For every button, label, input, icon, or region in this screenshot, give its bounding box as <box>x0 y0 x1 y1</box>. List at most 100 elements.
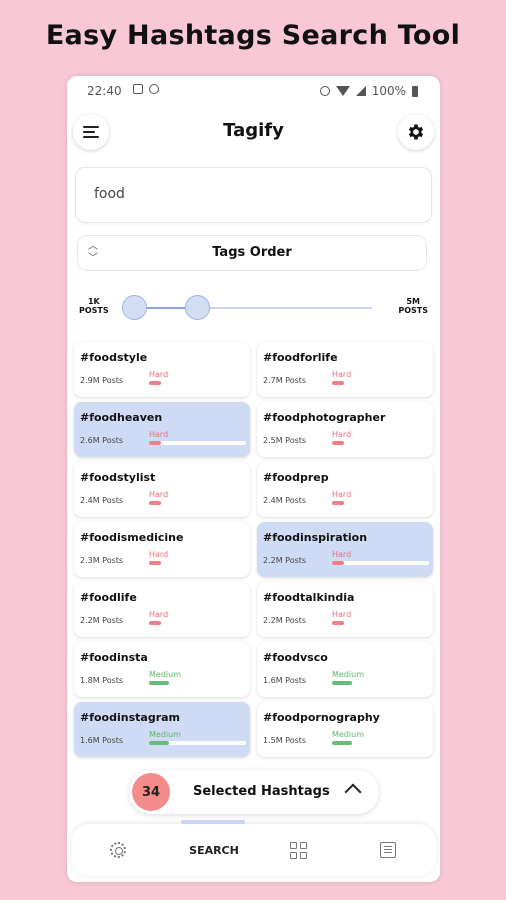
difficulty-bar-fill <box>149 561 161 565</box>
range-max-label: 5M POSTS <box>398 297 428 315</box>
difficulty-label: Hard <box>332 430 352 439</box>
hashtag-name: #foodtalkindia <box>263 591 355 604</box>
grid-icon <box>289 841 307 859</box>
settings-button[interactable] <box>398 114 434 150</box>
hashtag-card[interactable]: #foodinsta 1.8M Posts Medium <box>74 642 250 697</box>
chevron-up-icon[interactable] <box>344 783 362 801</box>
difficulty-bar-track <box>149 381 246 385</box>
difficulty-bar-fill <box>149 741 169 745</box>
search-input[interactable] <box>94 186 414 202</box>
hashtag-card[interactable]: #foodprep 2.4M Posts Hard <box>257 462 433 517</box>
difficulty-bar-fill <box>149 501 161 505</box>
difficulty-bar-track <box>332 561 429 565</box>
hashtag-card[interactable]: #foodlife 2.2M Posts Hard <box>74 582 250 637</box>
nav-search-tab[interactable]: SEARCH <box>179 838 249 862</box>
hashtag-post-count: 2.5M Posts <box>263 436 307 445</box>
hashtag-name: #foodprep <box>263 471 329 484</box>
difficulty-label: Hard <box>332 610 352 619</box>
hashtag-card[interactable]: #foodismedicine 2.3M Posts Hard <box>74 522 250 577</box>
difficulty-bar-fill <box>149 441 161 445</box>
hashtag-post-count: 2.6M Posts <box>80 436 124 445</box>
status-system-icons: 100% <box>319 84 418 98</box>
hashtag-name: #foodstyle <box>80 351 148 364</box>
hashtag-card[interactable]: #foodstylist 2.4M Posts Hard <box>74 462 250 517</box>
hashtag-card[interactable]: #foodstyle 2.9M Posts Hard <box>74 342 250 397</box>
active-tab-indicator <box>181 820 245 824</box>
difficulty-bar-fill <box>332 681 352 685</box>
hashtag-post-count: 2.4M Posts <box>263 496 307 505</box>
selected-hashtags-label: Selected Hashtags <box>193 784 330 799</box>
difficulty-label: Medium <box>149 730 181 739</box>
difficulty-bar-track <box>149 441 246 445</box>
hashtag-card[interactable]: #foodinspiration 2.2M Posts Hard <box>257 522 433 577</box>
difficulty-label: Hard <box>332 370 352 379</box>
difficulty-bar-track <box>149 501 246 505</box>
difficulty-bar-fill <box>149 681 169 685</box>
sync-notification-icon <box>149 84 159 94</box>
range-min-label: 1K POSTS <box>79 297 109 315</box>
difficulty-bar-track <box>332 381 429 385</box>
difficulty-bar-fill <box>332 441 344 445</box>
hashtag-card[interactable]: #foodtalkindia 2.2M Posts Hard <box>257 582 433 637</box>
hashtag-post-count: 2.3M Posts <box>80 556 124 565</box>
hashtag-card[interactable]: #foodheaven 2.6M Posts Hard <box>74 402 250 457</box>
selected-hashtags-bar[interactable]: 34 Selected Hashtags <box>129 770 379 814</box>
hashtag-card[interactable]: #foodphotographer 2.5M Posts Hard <box>257 402 433 457</box>
hashtag-name: #foodheaven <box>80 411 163 424</box>
difficulty-label: Hard <box>332 490 352 499</box>
hashtag-name: #foodlife <box>80 591 137 604</box>
image-notification-icon <box>133 84 143 94</box>
difficulty-bar-fill <box>332 381 344 385</box>
hashtag-post-count: 1.6M Posts <box>263 676 307 685</box>
difficulty-label: Hard <box>149 550 169 559</box>
gear-icon <box>408 124 424 140</box>
difficulty-bar-fill <box>332 621 344 625</box>
hashtag-card[interactable]: #foodinstagram 1.6M Posts Medium <box>74 702 250 757</box>
app-bar: Tagify <box>67 112 440 152</box>
hashtag-name: #foodinsta <box>80 651 148 664</box>
hashtag-card[interactable]: #foodpornography 1.5M Posts Medium <box>257 702 433 757</box>
hashtag-name: #foodphotographer <box>263 411 386 424</box>
difficulty-bar-track <box>332 501 429 505</box>
difficulty-bar-track <box>149 621 246 625</box>
difficulty-bar-track <box>332 621 429 625</box>
difficulty-label: Hard <box>149 370 169 379</box>
phone-screen: 22:40 100% Tagify ︿﹀ Tags Order <box>67 76 440 882</box>
hashtag-name: #foodinstagram <box>80 711 181 724</box>
alarm-icon <box>319 86 330 96</box>
signal-icon <box>355 86 366 96</box>
hashtag-name: #foodstylist <box>80 471 156 484</box>
hashtag-grid: #foodstyle 2.9M Posts Hard #foodforlife 2.7M… <box>74 342 434 757</box>
difficulty-label: Hard <box>149 490 169 499</box>
hashtag-post-count: 1.6M Posts <box>80 736 124 745</box>
tags-order-label: Tags Order <box>212 245 292 260</box>
difficulty-bar-fill <box>332 741 352 745</box>
nav-collections-tab[interactable] <box>287 838 309 862</box>
status-notification-icons <box>133 84 159 94</box>
app-title: Tagify <box>223 120 284 141</box>
hashtag-card[interactable]: #foodforlife 2.7M Posts Hard <box>257 342 433 397</box>
difficulty-bar-fill <box>332 561 344 565</box>
difficulty-bar-track <box>332 441 429 445</box>
search-field[interactable] <box>75 167 432 223</box>
hashtag-name: #foodpornography <box>263 711 380 724</box>
wifi-icon <box>335 86 350 96</box>
list-icon <box>380 842 396 858</box>
posts-range-slider: 1K POSTS 5M POSTS <box>67 288 440 328</box>
range-max-thumb[interactable] <box>185 295 210 320</box>
bottom-navigation: SEARCH <box>71 820 436 876</box>
range-min-thumb[interactable] <box>122 295 147 320</box>
nav-list-tab[interactable] <box>377 838 399 862</box>
hashtag-name: #foodismedicine <box>80 531 184 544</box>
difficulty-label: Hard <box>149 610 169 619</box>
tags-order-selector[interactable]: ︿ ﹀ Tags Order <box>77 235 427 271</box>
hashtag-post-count: 2.2M Posts <box>80 616 124 625</box>
status-bar: 22:40 100% <box>67 76 440 106</box>
battery-icon <box>412 85 418 97</box>
hashtag-name: #foodforlife <box>263 351 338 364</box>
hashtag-name: #foodvsco <box>263 651 328 664</box>
nav-settings-tab[interactable] <box>107 838 129 862</box>
difficulty-label: Hard <box>149 430 169 439</box>
hashtag-post-count: 2.7M Posts <box>263 376 307 385</box>
hashtag-card[interactable]: #foodvsco 1.6M Posts Medium <box>257 642 433 697</box>
